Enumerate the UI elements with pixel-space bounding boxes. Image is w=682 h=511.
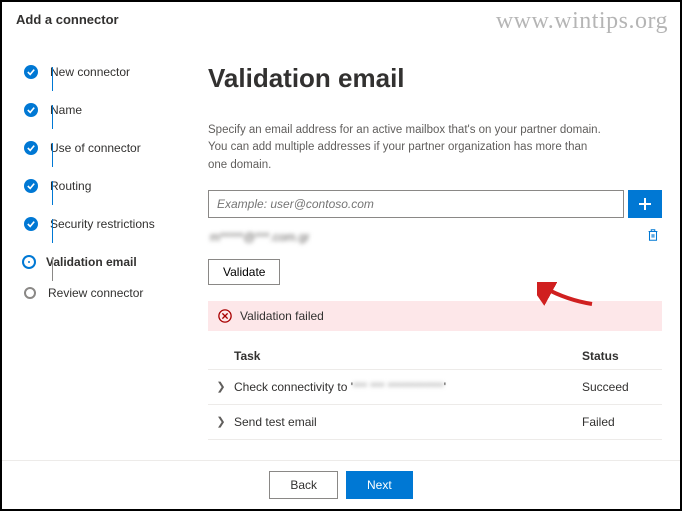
task-status: Failed — [582, 415, 662, 429]
wizard-steps-sidebar: New connector Name Use of connector Rout… — [2, 35, 202, 462]
step-use-of-connector[interactable]: Use of connector — [24, 129, 192, 167]
plus-icon — [638, 197, 652, 211]
added-email-text: m*****@***.com.gr — [210, 230, 310, 244]
task-status: Succeed — [582, 380, 662, 394]
step-security-restrictions[interactable]: Security restrictions — [24, 205, 192, 243]
trash-icon — [646, 228, 660, 242]
dialog-footer: Back Next — [2, 460, 680, 509]
email-input[interactable] — [208, 190, 624, 218]
step-routing[interactable]: Routing — [24, 167, 192, 205]
step-name[interactable]: Name — [24, 91, 192, 129]
task-name: Send test email — [234, 415, 582, 429]
main-panel: Validation email Specify an email addres… — [202, 35, 680, 462]
dialog-header: Add a connector — [2, 2, 680, 35]
check-icon — [24, 141, 38, 155]
task-name: Check connectivity to '*** *** *********… — [234, 380, 582, 394]
future-step-icon — [24, 287, 36, 299]
step-new-connector[interactable]: New connector — [24, 53, 192, 91]
col-status: Status — [582, 349, 662, 363]
step-label: Use of connector — [50, 141, 141, 155]
validate-button[interactable]: Validate — [208, 259, 280, 285]
table-row[interactable]: ❯ Send test email Failed — [208, 405, 662, 440]
step-review-connector[interactable]: Review connector — [24, 281, 192, 305]
current-step-icon — [24, 257, 34, 267]
check-icon — [24, 103, 38, 117]
validation-task-table: Task Status ❯ Check connectivity to '***… — [208, 343, 662, 440]
check-icon — [24, 65, 38, 79]
error-icon — [218, 309, 232, 323]
step-label: New connector — [50, 65, 130, 79]
page-title: Validation email — [208, 63, 662, 94]
back-button[interactable]: Back — [269, 471, 338, 499]
page-description: Specify an email address for an active m… — [208, 122, 608, 174]
chevron-right-icon: ❯ — [208, 415, 234, 428]
next-button[interactable]: Next — [346, 471, 413, 499]
check-icon — [24, 179, 38, 193]
error-text: Validation failed — [240, 309, 324, 323]
step-label: Name — [50, 103, 82, 117]
delete-button[interactable] — [646, 228, 660, 247]
table-row[interactable]: ❯ Check connectivity to '*** *** *******… — [208, 370, 662, 405]
dialog-title: Add a connector — [16, 12, 666, 27]
step-validation-email[interactable]: Validation email — [24, 243, 192, 281]
step-label: Routing — [50, 179, 91, 193]
chevron-right-icon: ❯ — [208, 380, 234, 393]
step-label: Security restrictions — [50, 217, 155, 231]
col-task: Task — [234, 349, 582, 363]
validation-error-banner: Validation failed — [208, 301, 662, 331]
add-button[interactable] — [628, 190, 662, 218]
step-label: Validation email — [46, 255, 137, 269]
step-label: Review connector — [48, 286, 143, 300]
check-icon — [24, 217, 38, 231]
table-header: Task Status — [208, 343, 662, 370]
